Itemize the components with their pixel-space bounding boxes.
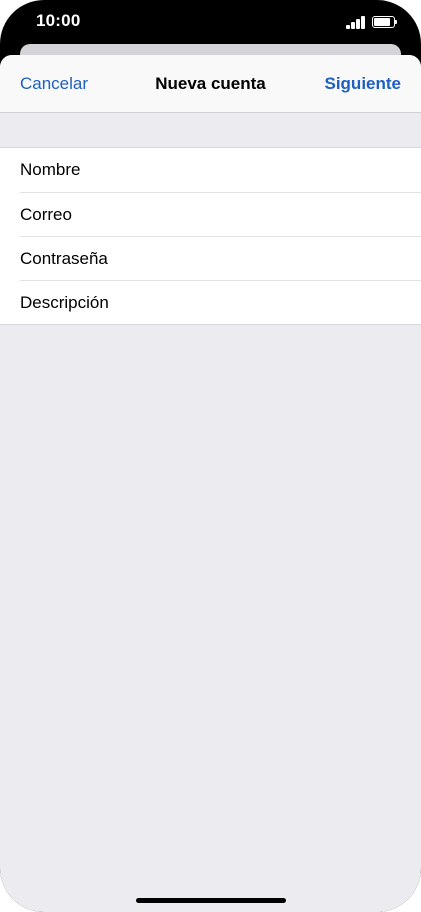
next-button[interactable]: Siguiente <box>324 74 401 94</box>
password-row <box>20 236 421 281</box>
cancel-button[interactable]: Cancelar <box>20 74 88 94</box>
name-field[interactable] <box>20 148 400 192</box>
status-time: 10:00 <box>36 11 81 30</box>
cellular-signal-icon <box>346 16 367 29</box>
description-row <box>20 280 421 325</box>
new-account-sheet: Cancelar Nueva cuenta Siguiente <box>0 55 421 912</box>
phone-screen: 10:00 Cancelar Nueva cuenta Siguiente <box>0 0 421 912</box>
password-field[interactable] <box>20 237 400 281</box>
account-form <box>0 147 421 325</box>
battery-icon <box>372 16 397 28</box>
name-row <box>0 148 421 192</box>
home-indicator[interactable] <box>136 898 286 903</box>
description-field[interactable] <box>20 281 400 325</box>
navigation-bar: Cancelar Nueva cuenta Siguiente <box>0 55 421 113</box>
battery-level-fill <box>374 18 391 26</box>
email-row <box>20 192 421 237</box>
email-field[interactable] <box>20 193 400 237</box>
status-bar: 10:00 <box>0 0 421 44</box>
device-notch <box>107 0 314 31</box>
